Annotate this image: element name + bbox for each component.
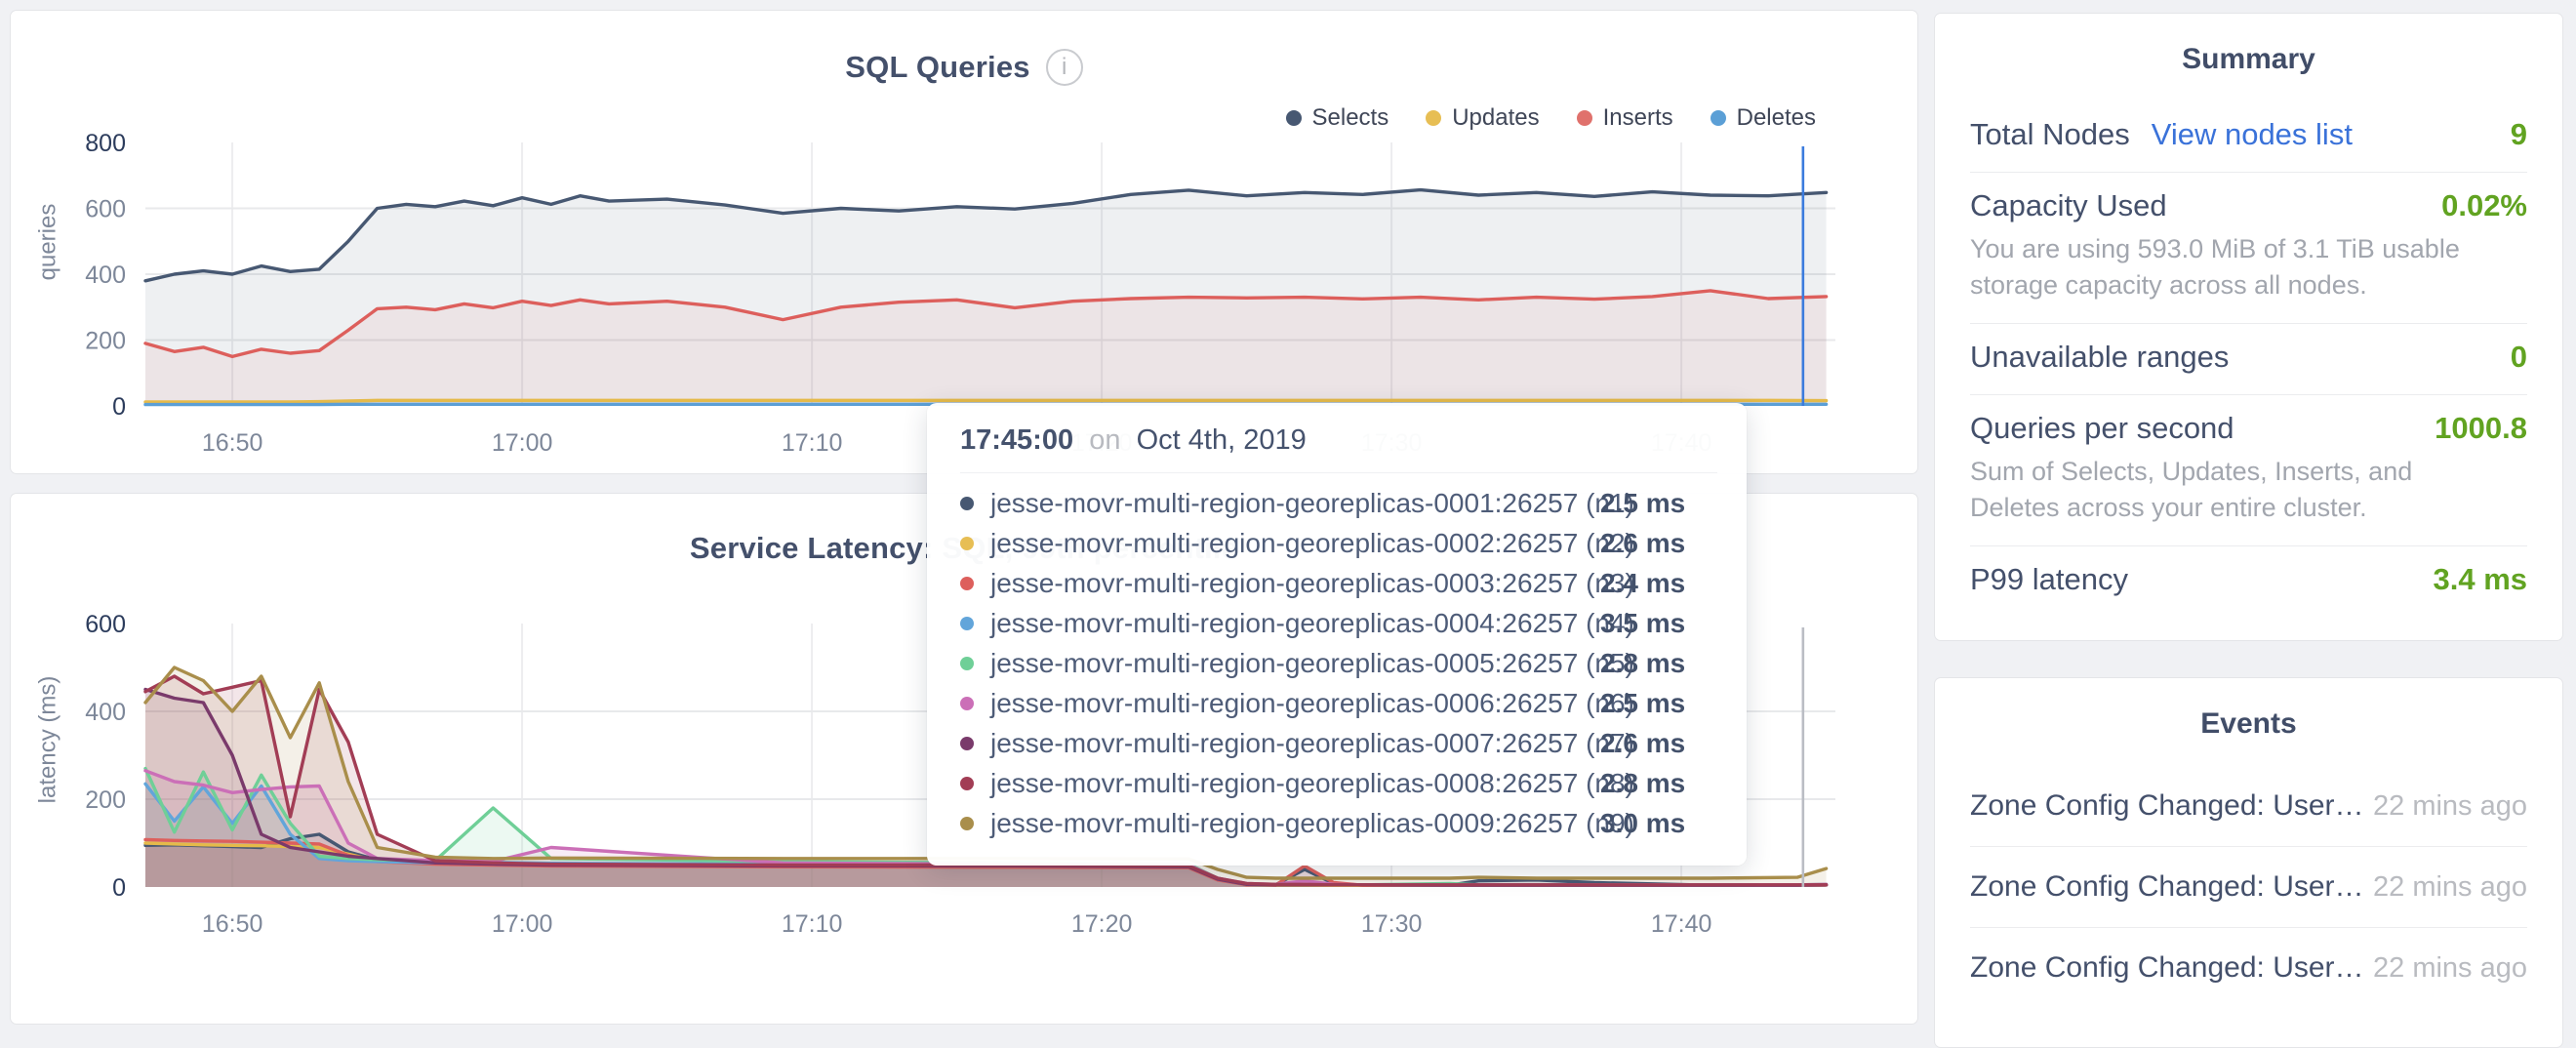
y-tick-label: 600 — [85, 611, 126, 638]
event-time: 22 mins ago — [2373, 871, 2527, 904]
x-tick-label: 17:40 — [1651, 910, 1712, 938]
x-tick-label: 17:00 — [492, 429, 553, 457]
summary-value: 1000.8 — [2435, 411, 2527, 446]
node-latency-value: 2.8 ms — [1600, 768, 1685, 799]
summary-label: Queries per second — [1970, 411, 2234, 446]
tooltip-node-row: jesse-movr-multi-region-georeplicas-0001… — [960, 483, 1717, 523]
node-latency-value: 2.4 ms — [1600, 568, 1685, 599]
x-tick-label: 17:20 — [1071, 910, 1133, 938]
tooltip-node-row: jesse-movr-multi-region-georeplicas-0007… — [960, 723, 1717, 763]
x-tick-label: 16:50 — [202, 429, 263, 457]
y-tick-label: 0 — [112, 874, 126, 902]
event-time: 22 mins ago — [2373, 790, 2527, 823]
tooltip-conjunction — [1081, 424, 1089, 456]
y-tick-label: 0 — [112, 393, 126, 421]
event-description-link[interactable]: Zone Config Changed: User… — [1970, 789, 2360, 823]
node-name: jesse-movr-multi-region-georeplicas-0001… — [990, 488, 1600, 519]
node-color-dot — [960, 777, 974, 790]
node-name: jesse-movr-multi-region-georeplicas-0005… — [990, 648, 1600, 679]
node-name: jesse-movr-multi-region-georeplicas-0007… — [990, 728, 1600, 759]
node-name: jesse-movr-multi-region-georeplicas-0003… — [990, 568, 1600, 599]
node-name: jesse-movr-multi-region-georeplicas-0009… — [990, 808, 1600, 839]
node-latency-value: 2.8 ms — [1600, 648, 1685, 679]
y-tick-label: 400 — [85, 262, 126, 289]
summary-row-unavailable-ranges: Unavailable ranges 0 — [1970, 324, 2527, 395]
summary-title: Summary — [1935, 43, 2562, 76]
tooltip-node-row: jesse-movr-multi-region-georeplicas-0002… — [960, 523, 1717, 563]
summary-value: 9 — [2511, 117, 2527, 152]
tooltip-node-row: jesse-movr-multi-region-georeplicas-0005… — [960, 643, 1717, 683]
view-nodes-list-link[interactable]: View nodes list — [2152, 117, 2353, 152]
y-tick-label: 800 — [85, 130, 126, 157]
chart-hover-tooltip: 17:45:00 on Oct 4th, 2019 jesse-movr-mul… — [927, 403, 1747, 866]
tooltip-date — [1129, 424, 1137, 456]
events-body: Zone Config Changed: User…22 mins agoZon… — [1935, 766, 2562, 1008]
summary-row-main: Total Nodes View nodes list 9 — [1970, 117, 2527, 152]
node-color-dot — [960, 817, 974, 830]
node-name: jesse-movr-multi-region-georeplicas-0006… — [990, 688, 1600, 719]
events-panel: Events Zone Config Changed: User… 22 mins… — [1934, 677, 2563, 1048]
y-tick-label: 200 — [85, 786, 126, 814]
node-color-dot — [960, 737, 974, 750]
tooltip-time: 17:45:00 — [960, 424, 1073, 456]
summary-label: Capacity Used — [1970, 188, 2167, 223]
node-color-dot — [960, 657, 974, 670]
x-tick-label: 17:10 — [782, 910, 843, 938]
node-name: jesse-movr-multi-region-georeplicas-0002… — [990, 528, 1600, 559]
y-tick-label: 200 — [85, 328, 126, 355]
summary-label: Unavailable ranges — [1970, 340, 2229, 375]
node-name: jesse-movr-multi-region-georeplicas-0008… — [990, 768, 1600, 799]
event-row: Zone Config Changed: User… 22 mins ago — [1970, 766, 2527, 847]
summary-row-capacity-used: Capacity Used 0.02% You are using 593.0 Mi… — [1970, 173, 2527, 324]
node-color-dot — [960, 537, 974, 550]
series-line-updates — [145, 400, 1827, 402]
tooltip-rows: jesse-movr-multi-region-georeplicas-0001… — [960, 483, 1717, 843]
node-latency-value: 3.5 ms — [1600, 608, 1685, 639]
summary-row-main: Unavailable ranges 0 — [1970, 340, 2527, 375]
tooltip-node-row: jesse-movr-multi-region-georeplicas-0006… — [960, 683, 1717, 723]
tooltip-node-row: jesse-movr-multi-region-georeplicas-0008… — [960, 763, 1717, 803]
x-tick-label: 16:50 — [202, 910, 263, 938]
event-time: 22 mins ago — [2373, 952, 2527, 985]
summary-label: P99 latency — [1970, 562, 2128, 597]
event-row: Zone Config Changed: User… 22 mins ago — [1970, 928, 2527, 1008]
summary-body: Total Nodes View nodes list 9 Capacity Used… — [1935, 101, 2562, 617]
node-color-dot — [960, 697, 974, 710]
node-name: jesse-movr-multi-region-georeplicas-0004… — [990, 608, 1600, 639]
y-tick-label: 400 — [85, 699, 126, 726]
node-latency-value: 2.6 ms — [1600, 528, 1685, 559]
summary-row-main: Queries per second 1000.8 — [1970, 411, 2527, 446]
event-row: Zone Config Changed: User… 22 mins ago — [1970, 847, 2527, 928]
summary-caption: Sum of Selects, Updates, Inserts, and De… — [1970, 454, 2497, 526]
summary-caption: You are using 593.0 MiB of 3.1 TiB usabl… — [1970, 231, 2497, 303]
node-color-dot — [960, 617, 974, 630]
node-latency-value: 2.5 ms — [1600, 488, 1685, 519]
summary-row-p99-latency: P99 latency 3.4 ms — [1970, 546, 2527, 617]
summary-value: 0 — [2511, 340, 2527, 375]
tooltip-node-row: jesse-movr-multi-region-georeplicas-0004… — [960, 603, 1717, 643]
x-tick-label: 17:00 — [492, 910, 553, 938]
events-title: Events — [1935, 707, 2562, 741]
summary-row-main: Capacity Used 0.02% — [1970, 188, 2527, 223]
summary-row-total-nodes: Total Nodes View nodes list 9 — [1970, 101, 2527, 173]
summary-panel: Summary Total Nodes View nodes list 9 Capac… — [1934, 13, 2563, 641]
summary-row-queries-per-second: Queries per second 1000.8 Sum of Selects, … — [1970, 395, 2527, 546]
summary-value: 0.02% — [2441, 188, 2527, 223]
node-color-dot — [960, 577, 974, 590]
event-description-link[interactable]: Zone Config Changed: User… — [1970, 870, 2360, 904]
summary-label: Total Nodes — [1970, 117, 2130, 152]
x-tick-label: 17:10 — [782, 429, 843, 457]
tooltip-node-row: jesse-movr-multi-region-georeplicas-0009… — [960, 803, 1717, 843]
summary-value: 3.4 ms — [2433, 562, 2527, 597]
event-description-link[interactable]: Zone Config Changed: User… — [1970, 951, 2360, 985]
tooltip-header: 17:45:00 on Oct 4th, 2019 — [960, 424, 1717, 473]
node-latency-value: 3.0 ms — [1600, 808, 1685, 839]
summary-row-main: P99 latency 3.4 ms — [1970, 562, 2527, 597]
x-tick-label: 17:30 — [1361, 910, 1423, 938]
tooltip-node-row: jesse-movr-multi-region-georeplicas-0003… — [960, 563, 1717, 603]
node-latency-value: 2.6 ms — [1600, 728, 1685, 759]
y-tick-label: 600 — [85, 196, 126, 223]
node-color-dot — [960, 497, 974, 510]
node-latency-value: 2.5 ms — [1600, 688, 1685, 719]
